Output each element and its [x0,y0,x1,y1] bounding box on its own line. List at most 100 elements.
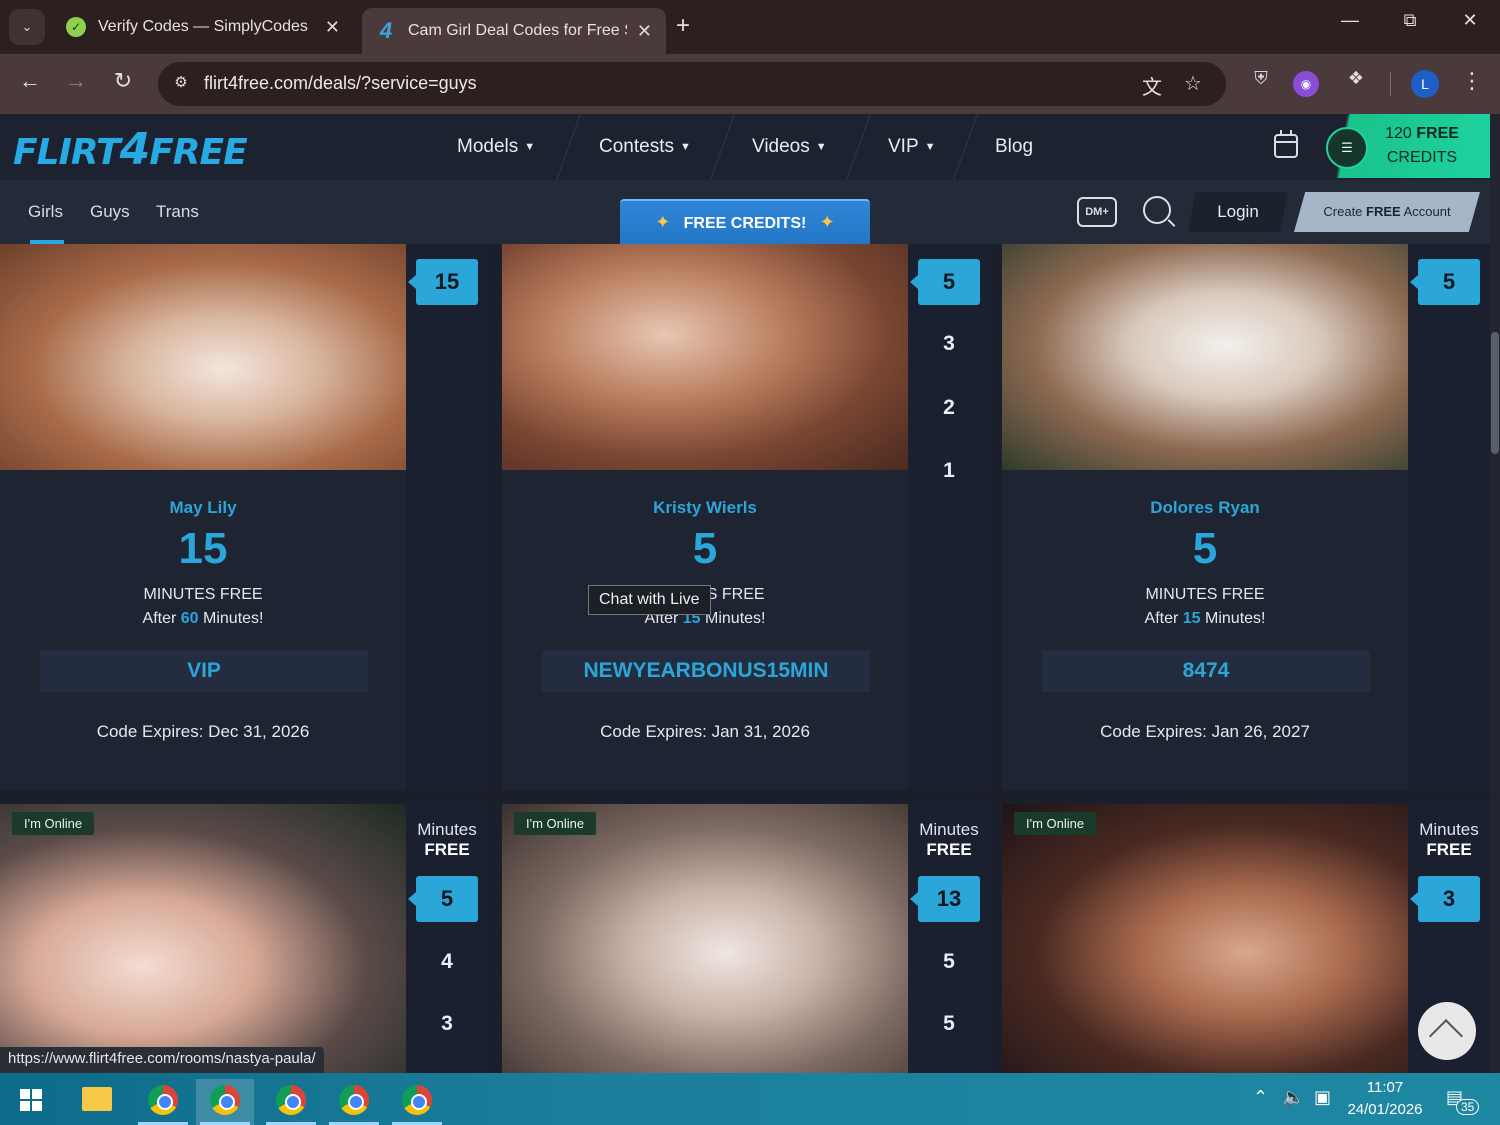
notifications-icon[interactable]: ▤ 35 [1446,1087,1480,1115]
deal-card: 15 May Lily 15 MINUTES FREE After 60 Min… [0,244,488,790]
volume-icon[interactable]: 🔈 [1282,1087,1304,1108]
back-icon[interactable]: ← [14,68,46,94]
scroll-to-top-button[interactable] [1418,1002,1476,1060]
nav-contests[interactable]: Contests ▼ [599,114,691,180]
nav-videos[interactable]: Videos ▼ [752,114,827,180]
extensions-puzzle-icon[interactable]: ❖ [1341,68,1371,98]
subtab-guys[interactable]: Guys [90,202,130,222]
free-text: FREE [926,840,972,859]
tab-search-chevron-icon[interactable]: ⌄ [9,9,45,45]
minimize-icon[interactable]: — [1330,10,1370,31]
chrome-icon[interactable] [262,1079,320,1125]
after-minutes-text: After 60 Minutes! [0,610,406,628]
online-badge: I'm Online [514,812,597,835]
minutes-option[interactable]: 4 [406,950,488,974]
model-name[interactable]: May Lily [0,498,406,518]
free-text: FREE [1426,840,1472,859]
extension-purple-icon[interactable]: ◉ [1293,71,1319,97]
free-credits-button[interactable]: ✦ FREE CREDITS! ✦ [620,199,870,244]
minutes-option[interactable]: 1 [908,459,990,483]
model-photo[interactable] [0,804,406,1073]
site-settings-icon[interactable]: ⚙ [170,73,192,95]
bookmark-star-icon[interactable]: ☆ [1184,71,1202,96]
minutes-label: Minutes FREE [908,820,990,860]
promo-code[interactable]: VIP [40,650,368,692]
minutes-option[interactable]: 3 [908,332,990,356]
subtab-trans[interactable]: Trans [156,202,199,222]
model-name[interactable]: Dolores Ryan [1002,498,1408,518]
model-name[interactable]: Kristy Wierls [502,498,908,518]
nav-divider [555,114,582,180]
minutes-sidebar: Minutes FREE 13 5 5 [908,804,990,1073]
chrome-icon[interactable] [134,1079,192,1125]
profile-avatar[interactable]: L [1411,70,1439,98]
close-tab-icon[interactable]: ✕ [325,17,340,38]
tab-flirt4free[interactable]: 4 Cam Girl Deal Codes for Free Sh ✕ [362,8,666,54]
nav-vip[interactable]: VIP ▼ [888,114,936,180]
deal-card: 5 Dolores Ryan 5 MINUTES FREE After 15 M… [1002,244,1490,790]
browser-toolbar: ← → ↻ ⚙ flirt4free.com/deals/?service=gu… [0,54,1500,114]
nav-models[interactable]: Models ▼ [457,114,535,180]
nav-blog[interactable]: Blog [995,114,1033,180]
after-post: Minutes! [705,610,766,627]
free-credits-text[interactable]: 120 FREE CREDITS [1376,122,1468,170]
after-post: Minutes! [1205,610,1266,627]
address-bar[interactable]: ⚙ flirt4free.com/deals/?service=guys 文 ☆ [158,62,1226,106]
promo-code[interactable]: NEWYEARBONUS15MIN [542,650,870,692]
system-clock[interactable]: 11:07 24/01/2026 [1340,1077,1430,1121]
create-pre: Create [1323,204,1363,219]
new-tab-icon[interactable]: + [676,12,690,40]
minutes-free-label: MINUTES FREE [143,586,263,603]
minutes-label: Minutes FREE [1408,820,1490,860]
login-button[interactable]: Login [1188,192,1288,232]
toolbar-divider [1390,72,1391,96]
code-expiry: Code Expires: Jan 26, 2027 [1100,722,1310,741]
scrollbar-thumb[interactable] [1491,332,1499,454]
url-text[interactable]: flirt4free.com/deals/?service=guys [204,73,477,94]
minutes-option[interactable]: 3 [406,1012,488,1036]
file-explorer-icon[interactable] [68,1079,126,1125]
nav-label: Contests [599,136,674,157]
restore-icon[interactable]: ⧉ [1390,10,1430,31]
browser-menu-icon[interactable]: ⋮ [1458,68,1486,94]
promo-code[interactable]: 8474 [1042,650,1370,692]
calendar-icon[interactable] [1274,130,1298,158]
minutes-option[interactable]: 5 [908,1012,990,1036]
model-photo[interactable] [1002,804,1408,1073]
chrome-profile-icon[interactable] [196,1079,254,1125]
chrome-icon[interactable] [388,1079,446,1125]
simplycodes-icon: ✓ [66,17,86,37]
windows-start-icon[interactable] [20,1089,42,1111]
minutes-text: Minutes [919,820,979,839]
subtab-girls[interactable]: Girls [28,202,63,222]
network-icon[interactable]: ▣ [1314,1087,1331,1108]
chrome-icon[interactable] [325,1079,383,1125]
model-photo[interactable] [1002,244,1408,470]
close-tab-icon[interactable]: ✕ [637,21,652,42]
minutes-option[interactable]: 2 [908,396,990,420]
dm-icon[interactable]: DM+ [1077,197,1117,227]
model-photo[interactable] [502,244,908,470]
translate-icon[interactable]: 文 [1142,71,1162,100]
scrollbar-track[interactable] [1490,114,1500,1073]
model-photo[interactable] [502,804,908,1073]
create-account-button[interactable]: Create FREE Account [1294,192,1480,232]
minutes-badge: 5 [910,259,980,305]
shield-extension-icon[interactable]: ⛨ [1246,68,1276,98]
nav-divider [709,114,736,180]
search-icon[interactable] [1143,196,1171,224]
minutes-option[interactable]: 5 [908,950,990,974]
minutes-badge: 15 [408,259,478,305]
model-photo[interactable] [0,244,406,470]
close-window-icon[interactable]: ✕ [1450,10,1490,31]
after-num: 60 [180,610,199,627]
tray-chevron-up-icon[interactable]: ⌃ [1253,1087,1268,1108]
after-pre: After [142,610,177,627]
tab-title: Verify Codes — SimplyCodes [98,18,308,35]
tab-simplycodes[interactable]: ✓ Verify Codes — SimplyCodes ✕ [52,8,354,46]
forward-icon[interactable]: → [60,68,92,94]
reload-icon[interactable]: ↻ [107,68,139,94]
flirt4free-logo[interactable]: FLIRT4FREE [13,124,248,175]
minutes-text: Minutes [1419,820,1479,839]
logo-text-right: FREE [149,132,247,173]
